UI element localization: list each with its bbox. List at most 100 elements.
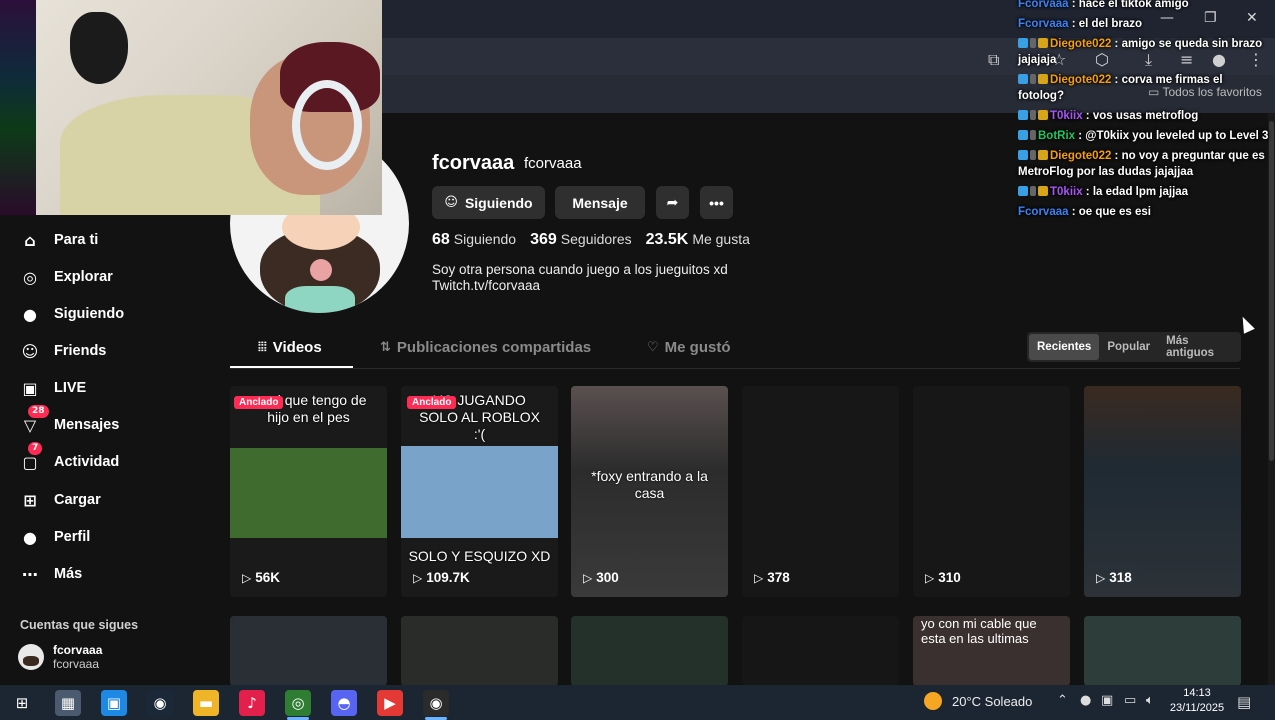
video-card[interactable]: pa al que tengo de hijo en el pes Anclado… — [230, 386, 387, 597]
sidebar-item-mensajes[interactable]: ▽ 28 Mensajes — [18, 405, 119, 438]
chat-username: Diegote022 — [1050, 74, 1112, 86]
network-icon[interactable]: ▭ — [1124, 693, 1136, 708]
tab-megust[interactable]: ♡ Me gustó — [647, 339, 731, 356]
sidebar-item-actividad[interactable]: ▢ 7 Actividad — [18, 442, 119, 475]
windows-start-icon[interactable]: ⊞ — [9, 690, 35, 716]
chat-message: Diegote022 : no voy a preguntar que es M… — [1018, 150, 1265, 178]
more-options-button[interactable]: ••• — [700, 186, 733, 219]
tiktok-icon[interactable]: ♪ — [239, 690, 265, 716]
video-card[interactable]: YO JUGANDO SOLO AL ROBLOX :'(SOLO Y ESQU… — [401, 386, 558, 597]
video-card[interactable] — [742, 616, 899, 686]
media-player-icon[interactable]: ▶ — [377, 690, 403, 716]
user-check-icon: ☺ — [444, 195, 458, 210]
stat-seguidores[interactable]: 369 Seguidores — [530, 231, 632, 249]
video-card[interactable]: ▷ 310 — [913, 386, 1070, 597]
notifications-icon[interactable]: ▤ — [1237, 693, 1251, 711]
bio-link[interactable]: Twitch.tv/fcorvaaa — [432, 278, 728, 294]
chat-badge-icon — [1018, 186, 1028, 196]
printer-icon[interactable]: ▣ — [1101, 693, 1113, 708]
pinned-badge: Anclado — [407, 396, 457, 409]
video-card[interactable]: ▷ 378 — [742, 386, 899, 597]
chat-username: Diegote022 — [1050, 150, 1112, 162]
notification-count-badge: 28 — [28, 405, 49, 418]
chat-badge-icon — [1018, 150, 1028, 160]
microphone-icon[interactable]: ● — [1080, 693, 1091, 708]
tab-videos[interactable]: ⦙⦙⦙ Videos — [258, 339, 322, 356]
chat-message: T0kiix : vos usas metroflog — [1014, 106, 1275, 126]
tray-overflow-icon[interactable]: ⌃ — [1057, 693, 1068, 708]
chat-text: la edad lpm jajjaa — [1092, 186, 1189, 198]
sidebar-item-ms[interactable]: ⋯ Más — [18, 561, 82, 587]
chrome-icon[interactable]: ◎ — [285, 690, 311, 716]
following-account-item[interactable]: fcorvaaa fcorvaaa — [18, 643, 102, 671]
friends-icon: ☺ — [18, 339, 42, 363]
sidebar-item-label: LIVE — [54, 380, 87, 396]
tab-icon: ⇅ — [380, 340, 391, 355]
messages-icon: ▽ 28 — [18, 405, 49, 437]
install-app-icon[interactable]: ⧉ — [988, 50, 999, 70]
sort-msantiguos[interactable]: Más antiguos — [1158, 334, 1239, 360]
friends-icon-glyph: ☺ — [21, 341, 39, 361]
home-icon-glyph: ⌂ — [24, 230, 36, 250]
file-explorer-icon[interactable]: ▦ — [55, 690, 81, 716]
microsoft-store-icon[interactable]: ▣ — [101, 690, 127, 716]
message-button[interactable]: Mensaje — [555, 186, 645, 219]
video-thumbnail — [230, 448, 387, 538]
chat-message: Fcorvaaa : oe que es esi — [1018, 206, 1151, 218]
following-accounts-title: Cuentas que sigues — [20, 618, 139, 632]
video-card[interactable] — [230, 616, 387, 686]
mouse-cursor — [1237, 314, 1255, 334]
chat-message: Fcorvaaa : el del brazo — [1018, 18, 1143, 30]
chat-badge-icon — [1018, 130, 1028, 140]
compass-icon-glyph: ◎ — [23, 267, 37, 287]
video-thumbnail — [913, 386, 1070, 597]
sidebar-item-perfil[interactable]: ● Perfil — [18, 524, 90, 550]
sidebar-item-siguiendo[interactable]: ● Siguiendo — [18, 301, 124, 327]
video-card[interactable]: ▷ 318 — [1084, 386, 1241, 597]
chat-username: T0kiix — [1050, 186, 1083, 198]
chat-username: Diegote022 — [1050, 38, 1112, 50]
system-clock[interactable]: 14:13 23/11/2025 — [1162, 686, 1232, 716]
view-count: ▷ 56K — [242, 570, 280, 585]
chat-text: vos usas metroflog — [1092, 110, 1199, 122]
avatar — [18, 644, 44, 670]
following-account-name: fcorvaaa — [53, 643, 103, 657]
sidebar-item-label: Perfil — [54, 529, 91, 545]
sort-recientes[interactable]: Recientes — [1029, 334, 1100, 360]
stat-label: Siguiendo — [453, 231, 517, 247]
view-count-value: 300 — [596, 570, 619, 585]
tab-label: Videos — [272, 339, 322, 356]
video-caption: *foxy entrando a la casa — [591, 468, 708, 501]
obs-icon[interactable]: ◉ — [423, 690, 449, 716]
discord-icon[interactable]: ◓ — [331, 690, 357, 716]
profile-avatar-icon-glyph: ● — [23, 527, 37, 547]
video-card[interactable] — [401, 616, 558, 686]
sidebar-item-label: Siguiendo — [54, 306, 125, 322]
folder-icon[interactable]: ▬ — [193, 690, 219, 716]
video-card[interactable]: yo con mi cable que esta en las ultimas — [913, 616, 1070, 686]
weather-widget[interactable]: 20°C Soleado — [924, 692, 1032, 710]
sidebar-item-live[interactable]: ▣ LIVE — [18, 375, 86, 401]
sidebar-item-parati[interactable]: ⌂ Para ti — [18, 227, 98, 253]
view-count-value: 56K — [255, 570, 280, 585]
volume-icon[interactable]: 🔈︎ — [1146, 693, 1154, 708]
following-button[interactable]: ☺ Siguiendo — [432, 186, 545, 219]
stat-siguiendo[interactable]: 68 Siguiendo — [432, 231, 516, 249]
share-button[interactable]: ➦ — [656, 186, 689, 219]
sidebar-item-explorar[interactable]: ◎ Explorar — [18, 264, 113, 290]
tab-publicacionescompartidas[interactable]: ⇅ Publicaciones compartidas — [380, 339, 591, 356]
video-card[interactable]: *foxy entrando a la casa ▷ 300 — [571, 386, 728, 597]
stat-value: 369 — [530, 231, 557, 248]
view-count-value: 318 — [1109, 570, 1132, 585]
sort-popular[interactable]: Popular — [1099, 334, 1158, 360]
activity-icon: ▢ 7 — [18, 442, 43, 474]
steam-icon[interactable]: ◉ — [147, 690, 173, 716]
upload-icon: ⊞ — [18, 488, 42, 512]
sidebar-item-friends[interactable]: ☺ Friends — [18, 338, 107, 364]
view-count: ▷ 310 — [925, 570, 961, 585]
chat-badge-icon — [1030, 110, 1036, 120]
video-card[interactable] — [571, 616, 728, 686]
video-card[interactable] — [1084, 616, 1241, 686]
sidebar-item-cargar[interactable]: ⊞ Cargar — [18, 487, 100, 513]
stat-megusta[interactable]: 23.5K Me gusta — [646, 231, 750, 249]
